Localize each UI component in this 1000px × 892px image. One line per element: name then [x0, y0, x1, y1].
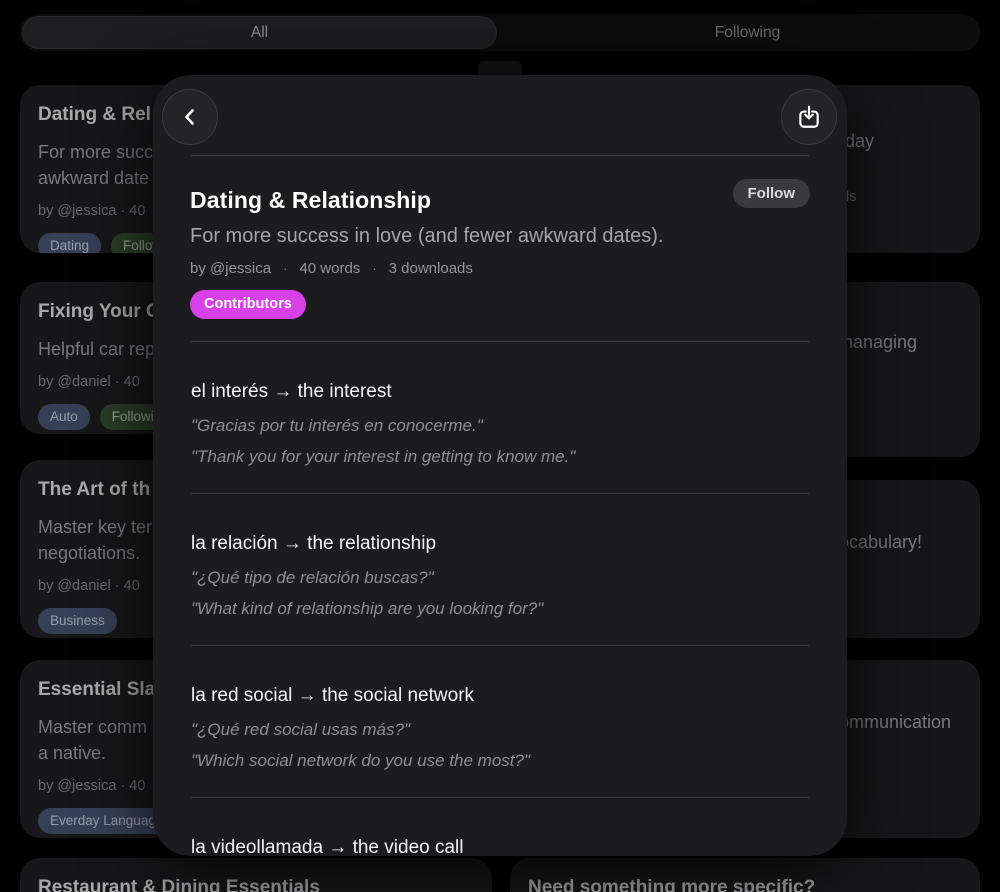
vocab-term: el interés → the interest	[191, 380, 809, 404]
vocab-example-es: "¿Qué tipo de relación buscas?"	[191, 566, 809, 590]
vocab-term: la relación → the relationship	[191, 532, 809, 556]
pack-word-count: 40 words	[299, 259, 360, 279]
download-icon	[796, 104, 822, 130]
pack-title: Dating & Relationship	[190, 185, 431, 215]
vocab-example-en: "Thank you for your interest in getting …	[191, 445, 809, 469]
vocab-entry[interactable]: la relación → the relationship "¿Qué tip…	[191, 494, 809, 646]
vocab-example-en: "Which social network do you use the mos…	[191, 749, 809, 773]
app-screen: All Following Dating & Rel For more succ…	[0, 0, 1000, 892]
download-button[interactable]	[781, 89, 837, 145]
pack-detail-modal: Dating & Relationship Follow For more su…	[153, 75, 847, 856]
meta-dot: ·	[283, 259, 287, 279]
vocab-entry[interactable]: la red social → the social network "¿Qué…	[191, 646, 809, 798]
contributors-badge[interactable]: Contributors	[190, 290, 306, 319]
vocab-entry-list: el interés → the interest "Gracias por t…	[191, 342, 809, 856]
pack-meta: by @jessica · 40 words · 3 downloads	[190, 259, 473, 279]
follow-button[interactable]: Follow	[733, 179, 811, 208]
vocab-example-es: "¿Qué red social usas más?"	[191, 718, 809, 742]
chevron-left-icon	[178, 105, 202, 129]
vocab-term: la red social → the social network	[191, 684, 809, 708]
pack-author: by @jessica	[190, 259, 271, 279]
vocab-term: la videollamada → the video call	[191, 836, 809, 856]
pack-download-count: 3 downloads	[389, 259, 473, 279]
header-divider	[191, 155, 809, 156]
meta-dot: ·	[372, 259, 376, 279]
pack-subtitle: For more success in love (and fewer awkw…	[190, 222, 664, 250]
vocab-example-en: "What kind of relationship are you looki…	[191, 597, 809, 621]
vocab-example-es: "Gracias por tu interés en conocerme."	[191, 414, 809, 438]
back-button[interactable]	[162, 89, 218, 145]
vocab-entry[interactable]: el interés → the interest "Gracias por t…	[191, 342, 809, 494]
vocab-entry[interactable]: la videollamada → the video call	[191, 798, 809, 856]
